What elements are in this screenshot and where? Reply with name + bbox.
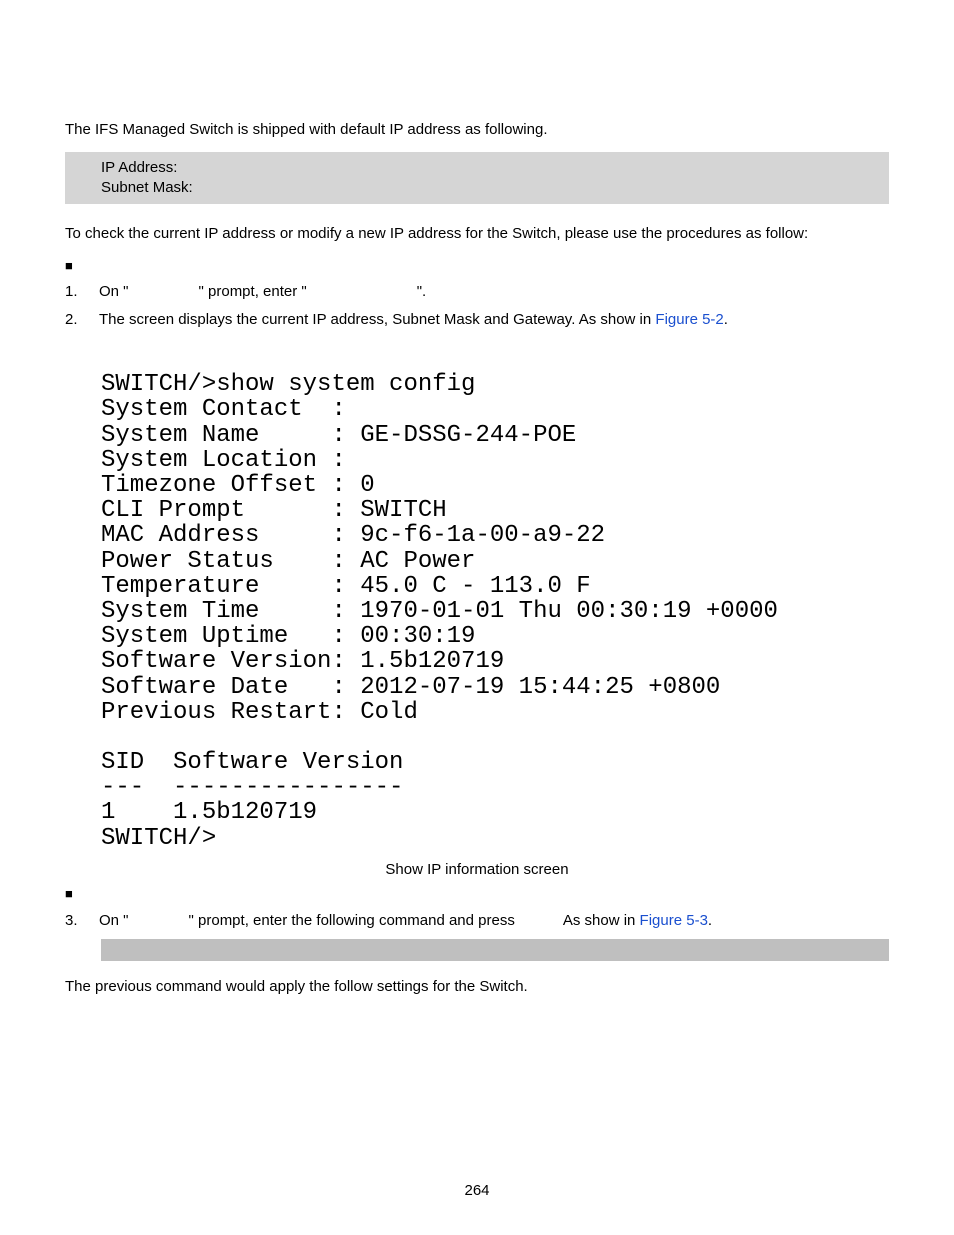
terminal-caption: Show IP information screen — [65, 861, 889, 878]
square-bullet-icon: ■ — [65, 884, 99, 905]
outro-text: The previous command would apply the fol… — [65, 977, 889, 997]
step1-mid: " prompt, enter " — [199, 283, 307, 300]
page-number: 264 — [0, 1182, 954, 1199]
step3-after: . — [708, 912, 712, 929]
step-number: 3. — [65, 909, 99, 933]
figure-5-3-link[interactable]: Figure 5-3 — [640, 912, 708, 929]
step-number: 1. — [65, 280, 99, 304]
command-box — [101, 939, 889, 961]
subnet-mask-label: Subnet Mask: — [101, 178, 889, 198]
figure-5-2-link[interactable]: Figure 5-2 — [655, 311, 723, 328]
bullet-item-2: ■ — [65, 884, 889, 905]
step3-asshow: As show in — [563, 912, 640, 929]
intro-text: The IFS Managed Switch is shipped with d… — [65, 120, 889, 140]
step-3: 3. On " " prompt, enter the following com… — [65, 909, 889, 933]
step3-pre: On " — [99, 912, 129, 929]
step-1-body: On " " prompt, enter " ". — [99, 280, 889, 304]
step-3-body: On " " prompt, enter the following comman… — [99, 909, 889, 933]
ip-address-label: IP Address: — [101, 158, 889, 178]
step-2-body: The screen displays the current IP addre… — [99, 308, 889, 332]
page-container: The IFS Managed Switch is shipped with d… — [0, 0, 954, 1235]
step3-mid: " prompt, enter the following command an… — [189, 912, 515, 929]
step2-after: . — [724, 311, 728, 328]
default-ip-box: IP Address: Subnet Mask: — [65, 152, 889, 205]
step-number: 2. — [65, 308, 99, 332]
step1-post: ". — [417, 283, 427, 300]
check-ip-text: To check the current IP address or modif… — [65, 224, 889, 244]
square-bullet-icon: ■ — [65, 256, 99, 277]
step-1: 1. On " " prompt, enter " ". — [65, 280, 889, 304]
step1-pre: On " — [99, 283, 129, 300]
bullet-item-1: ■ — [65, 256, 889, 277]
terminal-output: SWITCH/>show system config System Contac… — [101, 372, 889, 851]
step2-text: The screen displays the current IP addre… — [99, 311, 655, 328]
step-2: 2. The screen displays the current IP ad… — [65, 308, 889, 332]
